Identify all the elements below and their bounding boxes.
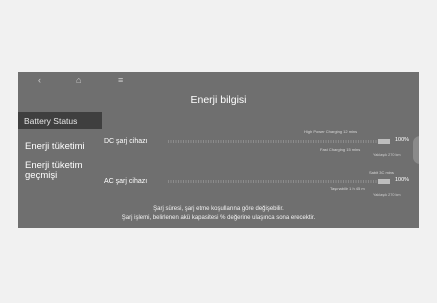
- sidebar-item-consumption-history-line2[interactable]: geçmişi: [25, 171, 109, 181]
- dc-charge-limit-slider[interactable]: [168, 139, 390, 144]
- info-note-2: Şarj işlemi, belirlenen akü kapasitesi %…: [121, 215, 316, 221]
- energy-info-screen: ‹ ⌂ ≡ Enerji bilgisi Battery Status Ener…: [18, 72, 419, 228]
- ac-charger-label: AC şarj cihazı: [104, 178, 148, 185]
- dc-fast-time: Fast Charging 15 mins: [320, 147, 361, 152]
- sidebar-item-label: Battery Status: [24, 116, 78, 126]
- page-title: Enerji bilgisi: [190, 94, 247, 106]
- side-panel-handle[interactable]: [413, 136, 419, 164]
- ac-slider-handle[interactable]: [378, 179, 390, 184]
- top-bar: ‹ ⌂ ≡: [18, 72, 419, 88]
- back-icon[interactable]: ‹: [38, 75, 41, 85]
- sidebar-item-energy-consumption[interactable]: Enerji tüketimi: [25, 142, 109, 152]
- ac-percent: 100%: [395, 177, 410, 183]
- ac-range-tag: Yaklaşık 270 km: [373, 193, 401, 197]
- menu-icon[interactable]: ≡: [118, 75, 123, 85]
- info-note-1: Şarj süresi, şarj etme koşullarına göre …: [153, 206, 284, 212]
- sidebar-item-battery-status[interactable]: Battery Status: [18, 112, 102, 129]
- dc-range-tag: Yaklaşık 270 km: [373, 153, 401, 157]
- ac-portable-time: Taşınabilir 1 h 45 m: [330, 186, 365, 191]
- dc-slider-handle[interactable]: [378, 139, 390, 144]
- dc-percent: 100%: [395, 137, 410, 143]
- dc-high-power-time: High Power Charging 12 mins: [304, 129, 358, 134]
- dc-charger-label: DC şarj cihazı: [104, 138, 148, 145]
- ac-charge-limit-slider[interactable]: [168, 179, 390, 184]
- ac-fixed-time: Sabit 3C mins: [369, 170, 394, 175]
- home-icon[interactable]: ⌂: [76, 75, 81, 85]
